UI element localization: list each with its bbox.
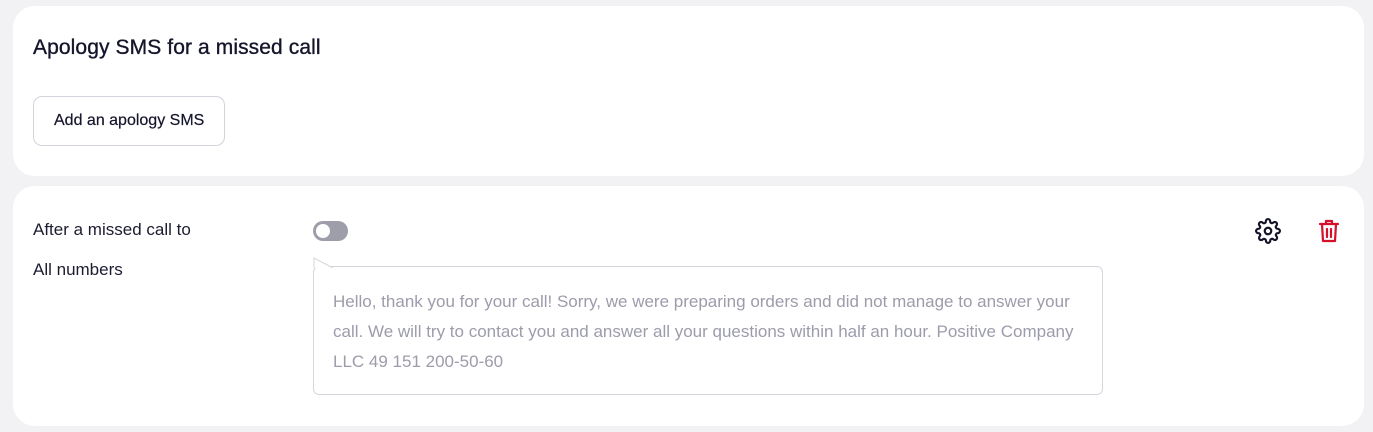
delete-button[interactable] bbox=[1314, 216, 1344, 246]
add-apology-sms-button[interactable]: Add an apology SMS bbox=[33, 96, 226, 146]
sms-message-text: Hello, thank you for your call! Sorry, w… bbox=[333, 292, 1074, 371]
condition-label: After a missed call to bbox=[33, 220, 191, 239]
bubble-tail bbox=[313, 257, 334, 268]
apology-rule-card: After a missed call to All numbers Hello… bbox=[13, 186, 1364, 426]
trash-icon bbox=[1318, 219, 1340, 243]
target-numbers-label: All numbers bbox=[33, 260, 123, 279]
sms-message-bubble: Hello, thank you for your call! Sorry, w… bbox=[313, 257, 1103, 395]
apology-sms-card: Apology SMS for a missed call Add an apo… bbox=[13, 6, 1364, 176]
gear-icon bbox=[1255, 218, 1281, 244]
toggle-knob bbox=[316, 224, 330, 238]
section-title: Apology SMS for a missed call bbox=[33, 36, 321, 59]
enable-toggle[interactable] bbox=[313, 221, 348, 241]
settings-button[interactable] bbox=[1253, 216, 1283, 246]
